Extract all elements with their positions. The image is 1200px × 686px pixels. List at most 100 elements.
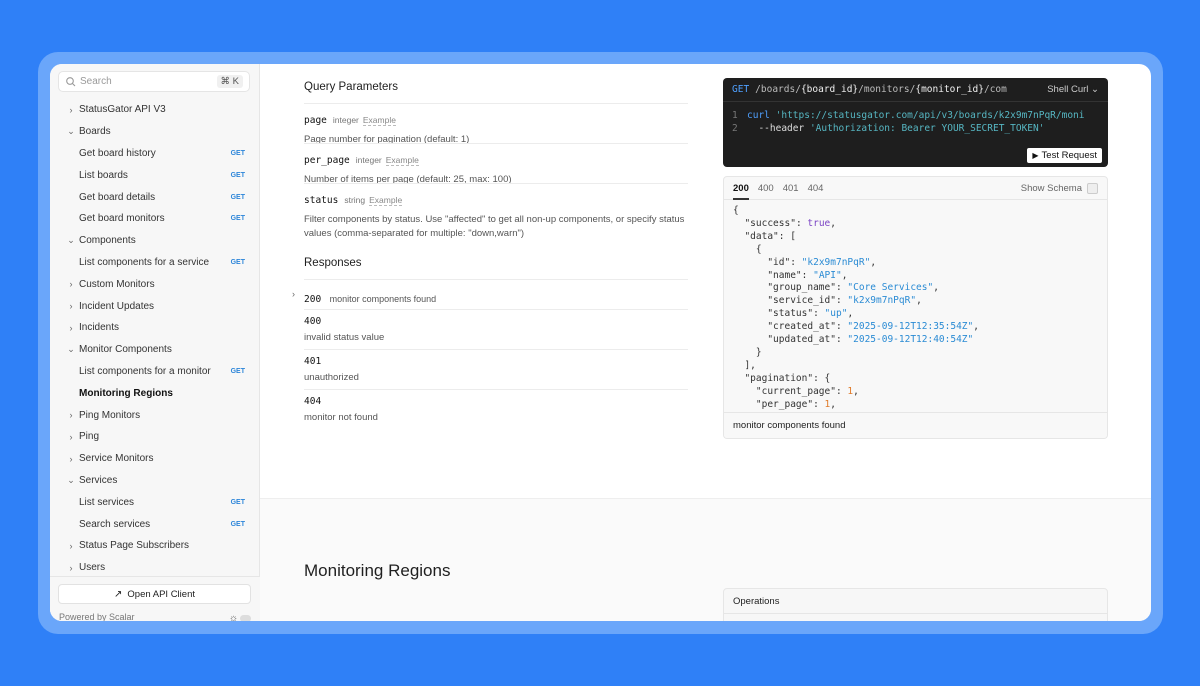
json-value: "Core Services" [847,282,934,294]
query-parameters-heading: Query Parameters [304,81,398,93]
get-method-badge: GET [230,149,245,157]
show-schema-checkbox[interactable] [1087,182,1098,194]
sidebar-item[interactable]: ⌄ Services [50,470,260,492]
open-api-client-button[interactable]: ↗ Open API Client [58,584,251,604]
sidebar-item[interactable]: › Custom Monitors [50,273,260,295]
sidebar-item[interactable]: › StatusGator API V3 [50,99,260,121]
sidebar-item[interactable]: Get board monitors GET [50,208,260,230]
operations-heading: Operations [724,589,1107,614]
response-description: invalid status value [304,332,385,343]
chevron-down-icon: ⌄ [67,474,75,485]
sidebar-item-label: Components [79,235,136,247]
param-example[interactable]: Example [385,155,419,166]
param-type: integer [355,155,382,165]
json-value: true [807,217,831,229]
show-schema-label: Show Schema [1020,182,1082,194]
param-example[interactable]: Example [362,115,396,126]
sidebar-item[interactable]: › Ping [50,426,260,448]
response-401: 401 unauthorized [304,349,688,389]
sidebar-item-label: Get board monitors [79,213,165,225]
sidebar-item-label: Ping [79,431,100,443]
sidebar-item[interactable]: Get board details GET [50,186,260,208]
sidebar-item-label: List boards [79,169,128,181]
response-200[interactable]: › 200 monitor components found [292,279,688,309]
sidebar-item[interactable]: › Incident Updates [50,295,260,317]
sidebar-item[interactable]: › Incidents [50,317,260,339]
sidebar-item-label: Search services [79,518,151,530]
sidebar-item-label: Get board details [79,191,156,203]
response-400: 400 invalid status value [304,309,688,349]
get-method-badge: GET [230,367,245,375]
sidebar-item[interactable]: Get board history GET [50,143,260,165]
sidebar-item[interactable]: ⌄ Monitor Components [50,339,260,361]
get-method-badge: GET [230,520,245,528]
json-value: "API" [813,269,842,281]
chevron-right-icon: › [69,562,73,573]
code-header-value: 'Authorization: Bearer YOUR_SECRET_TOKEN… [809,123,1045,134]
sidebar-item-label: Get board history [79,147,156,159]
test-request-label: Test Request [1041,150,1097,161]
sidebar-item[interactable]: List components for a monitor GET [50,361,260,383]
sun-icon: ☼ [228,613,238,621]
param-description: Filter components by status. Use "affect… [304,214,685,239]
json-value: 1 [847,385,854,397]
json-value: 1 [824,398,831,410]
sidebar-item[interactable]: Search services GET [50,513,260,535]
response-code: 200 [304,294,322,305]
json-value: "k2x9m7nPqR" [801,256,871,268]
chevron-right-icon: › [69,279,73,290]
tab-404[interactable]: 404 [808,177,824,200]
sidebar-item[interactable]: ⌄ Components [50,230,260,252]
tab-400[interactable]: 400 [758,177,774,200]
response-json: { "success": true, "data": [ { "id": "k2… [733,205,979,410]
tab-200[interactable]: 200 [733,177,749,200]
operations-panel: Operations [723,588,1108,621]
http-method: GET [732,84,750,95]
sidebar-item[interactable]: List components for a service GET [50,252,260,274]
sidebar-item[interactable]: › Service Monitors [50,448,260,470]
sidebar-item[interactable]: ⌄ Boards [50,121,260,143]
get-method-badge: GET [230,193,245,201]
param-name: page [304,115,327,126]
theme-toggle[interactable]: ☼ [229,613,251,621]
test-request-button[interactable]: ▶ Test Request [1027,148,1102,163]
response-description: unauthorized [304,372,359,383]
param-name: status [304,195,339,206]
sidebar-item[interactable]: List services GET [50,491,260,513]
sidebar-item-label: Custom Monitors [79,278,155,290]
play-icon: ▶ [1032,151,1039,160]
chevron-right-icon: › [69,540,73,551]
section-title: Monitoring Regions [304,561,451,580]
chevron-down-icon: ⌄ [67,235,75,246]
param-per-page: per_page integer Example Number of items p… [304,143,688,185]
search-input[interactable]: Search ⌘ K [58,71,250,92]
sidebar-item[interactable]: › Ping Monitors [50,404,260,426]
chevron-right-icon: › [292,289,295,299]
search-placeholder: Search [80,76,112,87]
sidebar-item-label: Incident Updates [79,300,155,312]
language-select[interactable]: Shell Curl ⌄ [1039,84,1099,95]
chevron-right-icon: › [69,104,73,115]
param-status: status string Example Filter components by… [304,183,688,239]
sidebar-item-label: Users [79,562,106,574]
powered-by[interactable]: Powered by Scalar [59,612,135,621]
response-example-panel: 200 400 401 404 Show Schema { "success":… [723,176,1108,439]
response-description: monitor components found [329,294,437,304]
chevron-down-icon: ⌄ [1091,84,1099,95]
sidebar-item-label: Boards [79,126,111,138]
json-value: "k2x9m7nPqR" [847,295,917,307]
param-name: per_page [304,155,350,166]
sidebar-item-label: StatusGator API V3 [79,104,166,116]
response-code: 400 [304,316,322,327]
sidebar-item[interactable]: List boards GET [50,164,260,186]
responses-heading: Responses [304,257,362,269]
param-type: integer [332,115,359,125]
path-segment: /com [983,84,1007,95]
sidebar-item[interactable]: › Status Page Subscribers [50,535,260,557]
chevron-down-icon: ⌄ [67,344,75,355]
show-schema-toggle[interactable]: Show Schema [1020,182,1098,194]
tab-401[interactable]: 401 [783,177,799,200]
path-param: {board_id} [800,84,859,95]
sidebar-item[interactable]: Monitoring Regions [50,382,260,404]
param-example[interactable]: Example [369,195,403,206]
